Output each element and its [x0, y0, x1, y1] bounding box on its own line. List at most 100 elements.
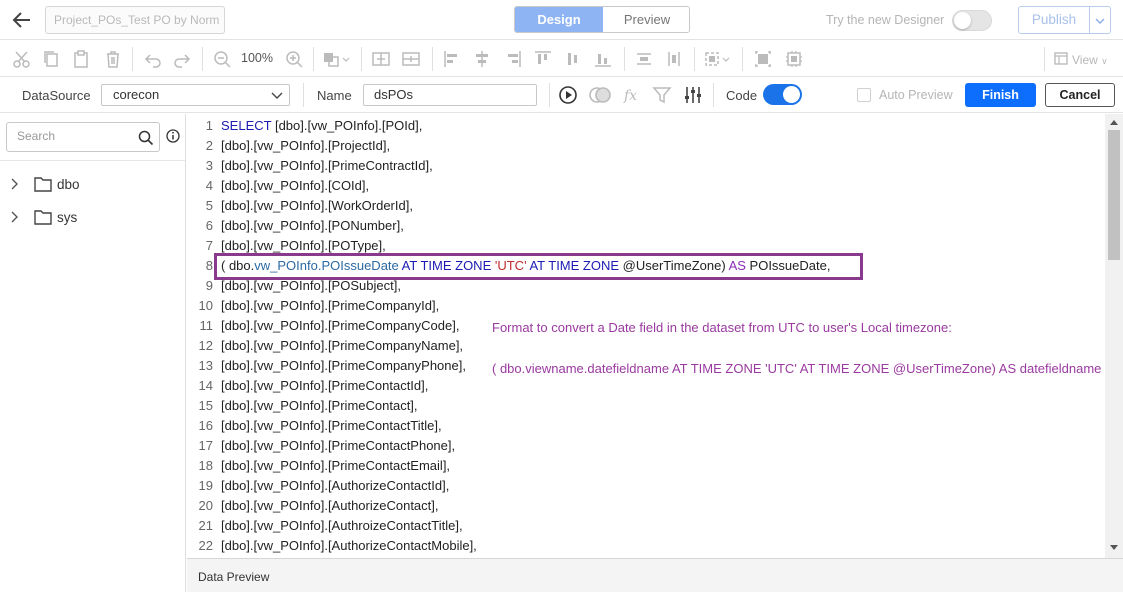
chevron-down-icon: [1095, 18, 1105, 24]
code-text: [dbo].[vw_POInfo].[AuthorizeContact],: [221, 498, 439, 513]
line-number: 8: [205, 258, 213, 273]
info-icon[interactable]: [166, 129, 180, 143]
scroll-up-icon[interactable]: [1110, 119, 1118, 125]
data-preview-label: Data Preview: [198, 570, 270, 584]
line-number: 21: [198, 518, 213, 533]
mode-tabs: Design Preview: [514, 6, 690, 33]
tab-preview[interactable]: Preview: [603, 7, 689, 32]
tree-item-dbo[interactable]: dbo: [0, 171, 185, 197]
code-text: [dbo].[vw_POInfo].[PrimeCompanyCode],: [221, 318, 460, 333]
code-text: [dbo].[vw_POInfo].[PrimeCompanyPhone],: [221, 358, 466, 373]
code-text: [dbo].[vw_POInfo].[COId],: [221, 178, 370, 193]
search-icon[interactable]: [138, 130, 154, 146]
line-number: 10: [198, 298, 213, 313]
toolbar-divider: [432, 47, 433, 71]
tree-item-label: sys: [57, 210, 78, 225]
zoom-out-icon[interactable]: [212, 49, 232, 69]
chevron-right-icon[interactable]: [10, 178, 20, 190]
align-center-icon[interactable]: [472, 49, 492, 69]
search-box: [6, 122, 160, 152]
distribute-horizontal-icon[interactable]: [634, 49, 654, 69]
delete-icon[interactable]: [103, 49, 123, 69]
try-new-designer-label: Try the new Designer: [826, 13, 945, 27]
code-text: [dbo].[vw_POInfo].[PONumber],: [221, 218, 404, 233]
code-text: [dbo].[vw_POInfo].[PrimeCompanyId],: [221, 298, 440, 313]
auto-preview-checkbox[interactable]: [857, 88, 871, 102]
settings-sliders-icon[interactable]: [683, 85, 703, 105]
datasource-row: DataSource corecon Name dsPOs fx Code Au…: [0, 78, 1123, 113]
redo-icon[interactable]: [172, 49, 192, 69]
search-input[interactable]: [17, 129, 127, 143]
line-number: 3: [205, 158, 213, 173]
toolbar-divider: [1044, 47, 1045, 71]
toolbar-divider: [742, 47, 743, 71]
run-icon[interactable]: [558, 85, 578, 105]
code-label: Code: [726, 88, 758, 103]
chevron-right-icon[interactable]: [10, 211, 20, 223]
code-text: [dbo].[vw_POInfo].[PrimeContact],: [221, 398, 418, 413]
dataset-name-input[interactable]: dsPOs: [363, 84, 537, 106]
tab-design[interactable]: Design: [515, 7, 603, 32]
publish-button[interactable]: Publish: [1018, 6, 1090, 34]
align-top-icon[interactable]: [533, 49, 553, 69]
sql-editor[interactable]: 1 SELECT [dbo].[vw_POInfo].[POId], 2 [dbo].…: [187, 114, 1123, 558]
align-middle-icon[interactable]: [563, 49, 583, 69]
arrange-icon[interactable]: [703, 49, 733, 69]
datasource-label: DataSource: [22, 88, 91, 103]
toolbar-divider: [694, 47, 695, 71]
back-arrow-icon[interactable]: [10, 8, 38, 32]
snap-to-grid-icon[interactable]: [784, 49, 804, 69]
parameters-icon[interactable]: [589, 85, 611, 105]
distribute-vertical-icon[interactable]: [664, 49, 684, 69]
code-toggle[interactable]: [763, 84, 802, 105]
cancel-button[interactable]: Cancel: [1045, 83, 1115, 107]
code-text: [dbo].[vw_POInfo].[PrimeContactEmail],: [221, 458, 451, 473]
finish-button[interactable]: Finish: [965, 83, 1036, 107]
line-number: 5: [205, 198, 213, 213]
line-number: 15: [198, 398, 213, 413]
insert-column-icon[interactable]: [371, 49, 391, 69]
filter-icon[interactable]: [652, 85, 672, 105]
row-divider: [303, 83, 304, 107]
data-preview-bar[interactable]: Data Preview: [187, 558, 1123, 592]
toggle-knob: [954, 12, 971, 29]
toolbar-divider: [313, 47, 314, 71]
code-text: [dbo].[vw_POInfo].[PrimeContactPhone],: [221, 438, 456, 453]
try-new-designer-toggle[interactable]: [952, 10, 992, 31]
publish-dropdown-button[interactable]: [1090, 6, 1111, 34]
toolbar: 100% View ∨: [0, 40, 1123, 77]
function-icon[interactable]: fx: [622, 85, 642, 105]
scroll-down-icon[interactable]: [1110, 545, 1118, 551]
copy-icon[interactable]: [41, 49, 61, 69]
report-title-field[interactable]: Project_POs_Test PO by Norm: [45, 6, 225, 34]
toolbar-divider: [202, 47, 203, 71]
insert-row-icon[interactable]: [401, 49, 421, 69]
fill-color-icon[interactable]: [322, 49, 352, 69]
zoom-in-icon[interactable]: [284, 49, 304, 69]
code-text: [dbo].[vw_POInfo].[WorkOrderId],: [221, 198, 413, 213]
code-text: [dbo].[vw_POInfo].[AuthorizeContactMobil…: [221, 538, 477, 553]
svg-text:fx: fx: [623, 88, 637, 104]
code-text: SELECT [dbo].[vw_POInfo].[POId],: [221, 118, 423, 133]
view-menu[interactable]: View ∨: [1072, 53, 1108, 67]
folder-icon: [34, 210, 52, 225]
line-number: 14: [198, 378, 213, 393]
tree-item-sys[interactable]: sys: [0, 204, 185, 230]
datasource-select[interactable]: corecon: [101, 84, 290, 106]
align-left-icon[interactable]: [442, 49, 462, 69]
align-bottom-icon[interactable]: [593, 49, 613, 69]
scrollbar-thumb[interactable]: [1108, 130, 1120, 260]
chevron-down-icon: ∨: [1101, 56, 1108, 66]
auto-preview-label: Auto Preview: [879, 88, 953, 102]
view-icon[interactable]: [1053, 51, 1069, 67]
undo-icon[interactable]: [143, 49, 163, 69]
cut-icon[interactable]: [12, 49, 32, 69]
code-text: [dbo].[vw_POInfo].[ProjectId],: [221, 138, 391, 153]
line-number: 12: [198, 338, 213, 353]
size-to-grid-icon[interactable]: [753, 49, 773, 69]
align-right-icon[interactable]: [503, 49, 523, 69]
line-number: 22: [198, 538, 213, 553]
highlight-box: [214, 253, 863, 280]
paste-icon[interactable]: [71, 49, 91, 69]
editor-scrollbar[interactable]: [1105, 114, 1123, 558]
